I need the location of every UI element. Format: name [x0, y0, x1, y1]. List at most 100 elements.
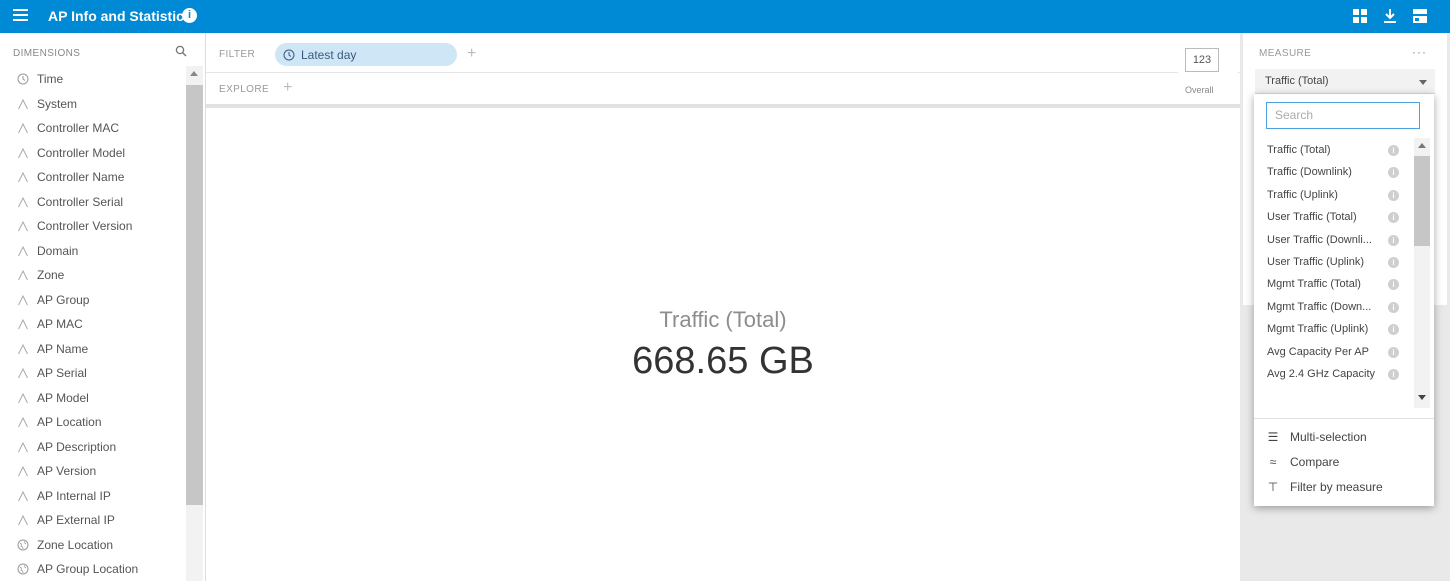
- dimension-item-label: AP Group Location: [37, 562, 139, 577]
- dimension-item-label: Controller Version: [37, 219, 133, 234]
- measure-action[interactable]: ☰ Multi-selection: [1266, 430, 1367, 444]
- dimension-item[interactable]: Domain: [0, 239, 186, 264]
- dimension-item[interactable]: AP Location: [0, 410, 186, 435]
- dimension-item-label: Zone Location: [37, 537, 114, 552]
- info-icon[interactable]: i: [1388, 167, 1399, 179]
- dimension-item-label: AP Version: [37, 464, 97, 479]
- more-options-icon[interactable]: ···: [1412, 45, 1427, 59]
- dimension-item[interactable]: AP Description: [0, 435, 186, 460]
- measure-dropdown: Search Traffic (Total) i Traffic (Downlink…: [1254, 94, 1434, 506]
- measure-option-label: User Traffic (Total): [1267, 211, 1357, 224]
- dimension-item[interactable]: Time: [0, 67, 186, 92]
- measure-option[interactable]: User Traffic (Downli... i: [1254, 229, 1412, 251]
- string-dimension-icon: [18, 245, 28, 256]
- measure-select[interactable]: Traffic (Total): [1255, 69, 1435, 94]
- explore-label: EXPLORE: [219, 84, 270, 95]
- chevron-down-icon: [1419, 80, 1427, 85]
- measure-header: MEASURE: [1259, 48, 1312, 59]
- dropdown-separator: [1254, 418, 1434, 419]
- dimension-item-label: Controller MAC: [37, 121, 120, 136]
- dimension-item[interactable]: AP External IP: [0, 508, 186, 533]
- dimension-item[interactable]: AP Group: [0, 288, 186, 313]
- measure-option[interactable]: Traffic (Downlink) i: [1254, 161, 1412, 183]
- dropdown-scroll-thumb[interactable]: [1414, 156, 1430, 246]
- dimension-item[interactable]: Zone Location: [0, 533, 186, 558]
- measure-action[interactable]: ⊤ Filter by measure: [1266, 480, 1383, 494]
- measure-option[interactable]: Traffic (Total) i: [1254, 139, 1412, 161]
- scroll-up-icon[interactable]: [190, 71, 198, 76]
- info-icon[interactable]: i: [1388, 368, 1399, 380]
- dimension-item[interactable]: AP Model: [0, 386, 186, 411]
- dimension-item[interactable]: AP Internal IP: [0, 484, 186, 509]
- dimension-item[interactable]: Controller Version: [0, 214, 186, 239]
- overall-toggle[interactable]: 123 Overall: [1178, 33, 1238, 105]
- dimension-item[interactable]: Zone: [0, 263, 186, 288]
- measure-option[interactable]: Avg 2.4 GHz Capacity i: [1254, 363, 1412, 385]
- measure-option[interactable]: Mgmt Traffic (Uplink) i: [1254, 318, 1412, 340]
- scroll-up-icon[interactable]: [1418, 143, 1426, 148]
- info-icon[interactable]: i: [1388, 346, 1399, 358]
- dimension-item[interactable]: Controller Model: [0, 141, 186, 166]
- measure-option-label: Traffic (Downlink): [1267, 166, 1352, 179]
- add-filter-icon[interactable]: +: [467, 46, 476, 62]
- measure-option-label: Traffic (Uplink): [1267, 188, 1338, 201]
- measure-option[interactable]: User Traffic (Total) i: [1254, 206, 1412, 228]
- measure-search-input[interactable]: Search: [1266, 102, 1420, 129]
- add-explore-icon[interactable]: +: [283, 80, 292, 96]
- string-dimension-icon: [18, 98, 28, 109]
- measure-option[interactable]: Mgmt Traffic (Down... i: [1254, 296, 1412, 318]
- dimension-item[interactable]: AP Serial: [0, 361, 186, 386]
- filter-measure-icon: ⊤: [1267, 480, 1279, 494]
- measure-option-label: Avg Capacity Per AP: [1267, 345, 1369, 358]
- measure-option-label: Mgmt Traffic (Uplink): [1267, 323, 1369, 336]
- measure-option-label: Mgmt Traffic (Down...: [1267, 300, 1372, 313]
- string-dimension-icon: [18, 147, 28, 158]
- filter-pill-time[interactable]: Latest day: [275, 43, 457, 66]
- clock-icon: [283, 49, 295, 60]
- dimension-item[interactable]: Controller MAC: [0, 116, 186, 141]
- page-title: AP Info and Statistics: [48, 8, 192, 24]
- filter-label: FILTER: [219, 49, 256, 60]
- dimension-item-label: Controller Name: [37, 170, 125, 185]
- info-icon[interactable]: i: [1388, 212, 1399, 224]
- info-icon[interactable]: i: [182, 8, 197, 23]
- overall-number-box[interactable]: 123: [1185, 48, 1219, 72]
- dimension-item-label: System: [37, 96, 78, 111]
- string-dimension-icon: [18, 319, 28, 330]
- string-dimension-icon: [18, 221, 28, 232]
- dimension-item[interactable]: Controller Name: [0, 165, 186, 190]
- info-icon[interactable]: i: [1388, 189, 1399, 201]
- measure-option[interactable]: Avg Capacity Per AP i: [1254, 341, 1412, 363]
- info-icon[interactable]: i: [1388, 301, 1399, 313]
- string-dimension-icon: [18, 466, 28, 477]
- measure-value: 668.65 GB: [632, 340, 814, 382]
- info-icon[interactable]: i: [1388, 145, 1399, 156]
- dimension-item[interactable]: System: [0, 92, 186, 117]
- string-dimension-icon: [18, 172, 28, 183]
- menu-icon[interactable]: [13, 9, 28, 21]
- dimensions-scroll-thumb[interactable]: [186, 85, 203, 505]
- string-dimension-icon: [18, 417, 28, 428]
- measure-action[interactable]: ≈ Compare: [1266, 455, 1340, 469]
- scroll-down-icon[interactable]: [1418, 395, 1426, 400]
- measure-option[interactable]: User Traffic (Uplink) i: [1254, 251, 1412, 273]
- dimension-item[interactable]: AP MAC: [0, 312, 186, 337]
- search-icon[interactable]: [175, 45, 187, 57]
- measure-option[interactable]: Mgmt Traffic (Total) i: [1254, 273, 1412, 295]
- measure-option[interactable]: Traffic (Uplink) i: [1254, 184, 1412, 206]
- explore-bar: [206, 73, 1240, 105]
- dimension-item[interactable]: AP Name: [0, 337, 186, 362]
- dimension-item[interactable]: Controller Serial: [0, 190, 186, 215]
- settings-panel-icon[interactable]: [1413, 9, 1427, 23]
- download-icon[interactable]: [1383, 9, 1397, 23]
- measure-option-label: Traffic (Total): [1267, 144, 1331, 156]
- dashboard-icon[interactable]: [1353, 9, 1367, 23]
- info-icon[interactable]: i: [1388, 324, 1399, 336]
- info-icon[interactable]: i: [1388, 256, 1399, 268]
- dimension-item[interactable]: AP Group Location: [0, 557, 186, 581]
- info-icon[interactable]: i: [1388, 279, 1399, 291]
- info-icon[interactable]: i: [1388, 234, 1399, 246]
- dimension-item-label: Controller Serial: [37, 194, 124, 209]
- dimension-item[interactable]: AP Version: [0, 459, 186, 484]
- globe-icon: [17, 539, 29, 551]
